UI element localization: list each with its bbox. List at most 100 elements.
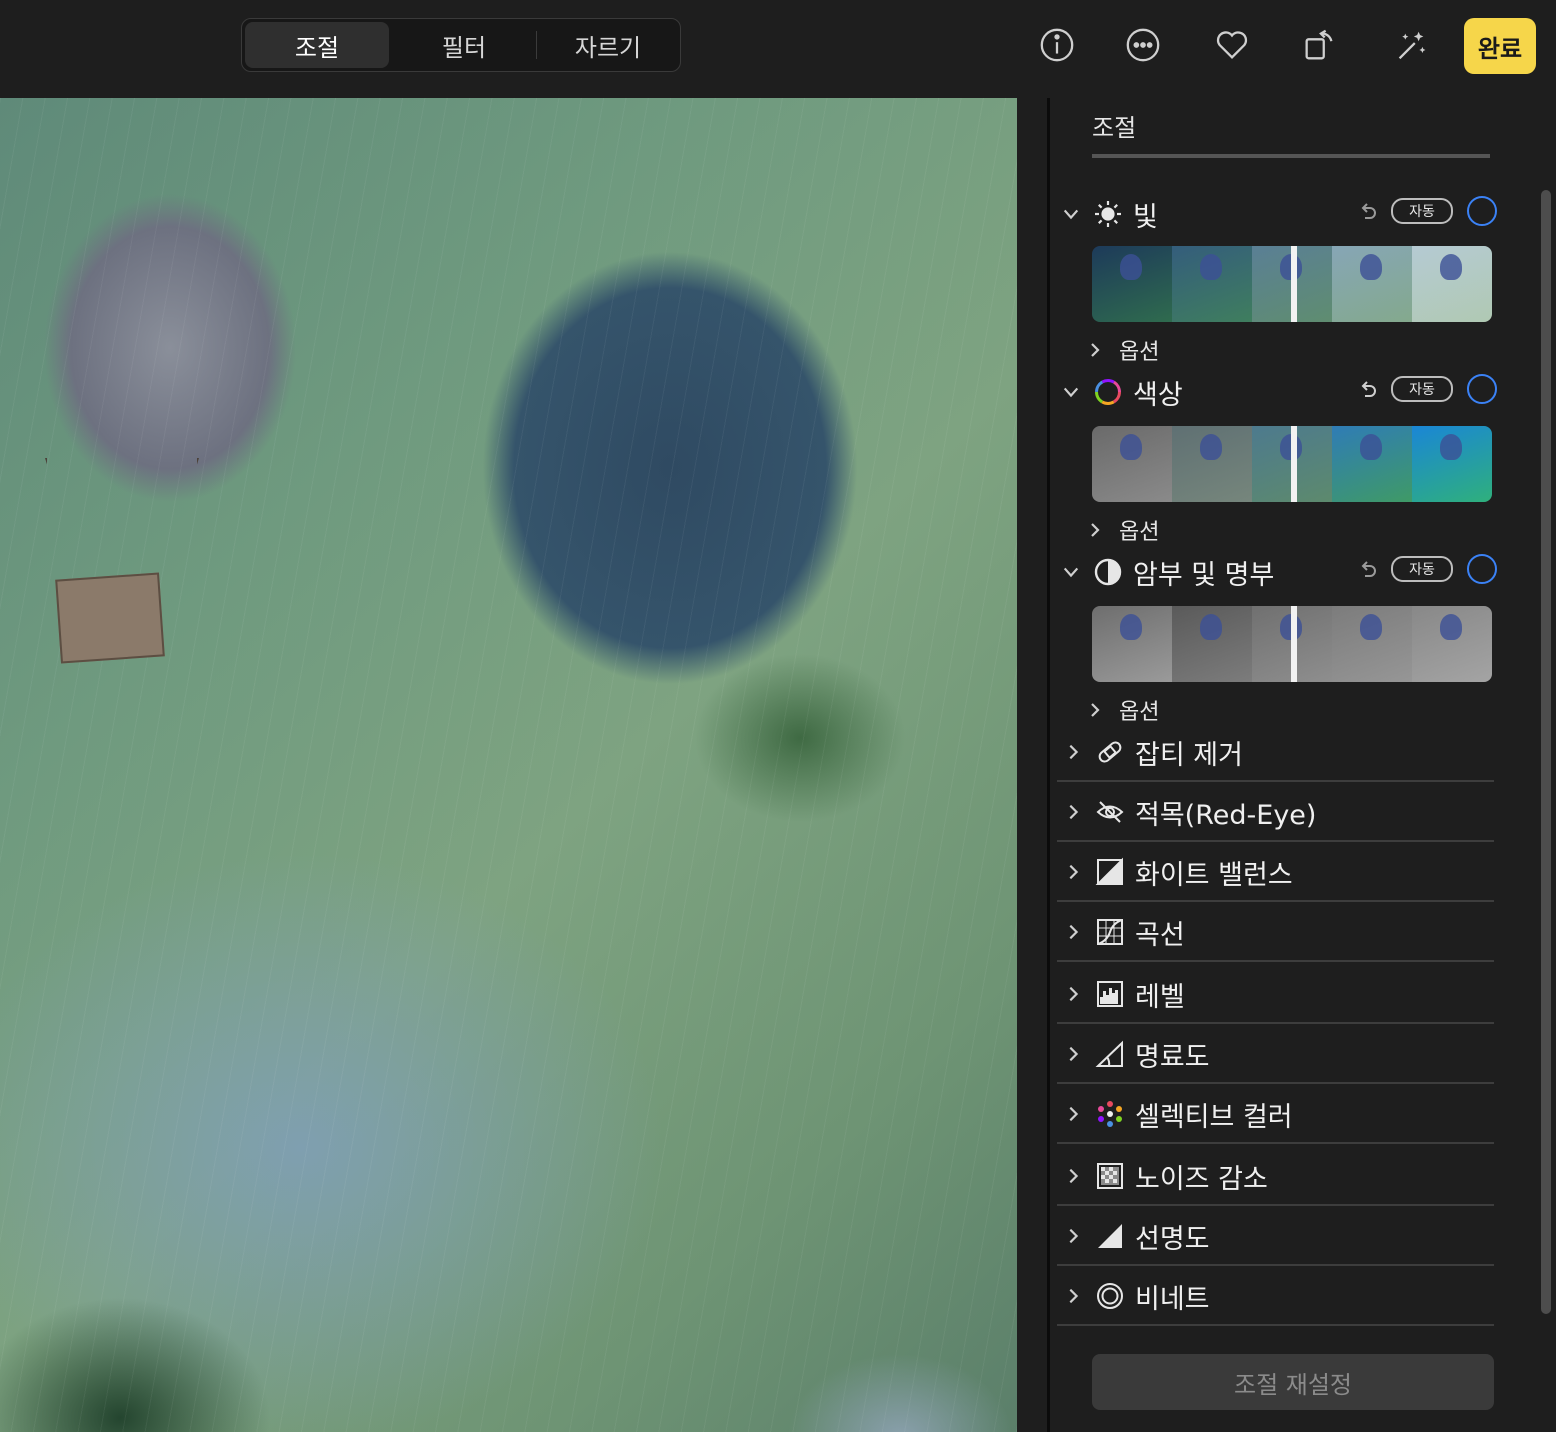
levels-icon xyxy=(1093,977,1127,1011)
chevron-down-icon[interactable] xyxy=(1057,558,1085,586)
section-shadows-label: 암부 및 명부 xyxy=(1133,559,1275,591)
strip-thumb xyxy=(1412,426,1492,502)
chevron-right-icon[interactable] xyxy=(1059,1100,1087,1128)
vignette-icon xyxy=(1093,1279,1127,1313)
tool-label: 명료도 xyxy=(1135,1041,1210,1073)
section-light-header: 빛 자동 xyxy=(1057,194,1497,234)
chevron-right-icon[interactable] xyxy=(1059,858,1087,886)
tool-levels[interactable]: 레벨 xyxy=(1057,966,1494,1024)
auto-button[interactable]: 자동 xyxy=(1391,376,1453,402)
tab-filters[interactable]: 필터 xyxy=(392,19,536,71)
chevron-right-icon xyxy=(1091,343,1100,357)
strip-thumb xyxy=(1332,606,1412,682)
tool-definition[interactable]: 명료도 xyxy=(1057,1026,1494,1084)
chevron-right-icon[interactable] xyxy=(1059,1040,1087,1068)
enable-toggle[interactable] xyxy=(1467,554,1497,584)
tool-retouch[interactable]: 잡티 제거 xyxy=(1057,724,1494,782)
reset-adjustments-button[interactable]: 조절 재설정 xyxy=(1092,1354,1494,1410)
light-slider-strip[interactable] xyxy=(1092,246,1492,322)
color-wheel-icon xyxy=(1091,375,1125,409)
tool-label: 비네트 xyxy=(1135,1283,1210,1315)
strip-thumb xyxy=(1172,246,1252,322)
chevron-right-icon[interactable] xyxy=(1059,980,1087,1008)
tool-noise-reduction[interactable]: 노이즈 감소 xyxy=(1057,1148,1494,1206)
strip-thumb xyxy=(1172,606,1252,682)
undo-icon[interactable] xyxy=(1353,554,1383,584)
light-options[interactable]: 옵션 xyxy=(1087,334,1159,366)
eye-slash-icon xyxy=(1093,795,1127,829)
strip-thumb xyxy=(1092,246,1172,322)
slider-knob[interactable] xyxy=(1291,606,1297,682)
tool-curves[interactable]: 곡선 xyxy=(1057,904,1494,962)
options-label: 옵션 xyxy=(1119,520,1160,545)
tool-label: 셀렉티브 컬러 xyxy=(1135,1101,1293,1133)
tool-vignette[interactable]: 비네트 xyxy=(1057,1268,1494,1326)
chevron-down-icon[interactable] xyxy=(1057,200,1085,228)
curves-icon xyxy=(1093,915,1127,949)
chevron-right-icon[interactable] xyxy=(1059,738,1087,766)
tool-red-eye[interactable]: 적목(Red-Eye) xyxy=(1057,784,1494,842)
adjust-panel: 조절 빛 자동 옵션 색상 자동 옵션 암부 및 명부 자동 옵션 잡티 제거 … xyxy=(1017,98,1556,1432)
white-balance-icon xyxy=(1093,855,1127,889)
enable-toggle[interactable] xyxy=(1467,196,1497,226)
tool-label: 곡선 xyxy=(1135,919,1185,951)
chevron-right-icon[interactable] xyxy=(1059,1162,1087,1190)
section-light-label: 빛 xyxy=(1133,201,1158,233)
panel-scrollbar[interactable] xyxy=(1541,190,1551,1314)
edit-mode-segmented-control: 조절 필터 자르기 xyxy=(241,18,681,72)
tool-label: 노이즈 감소 xyxy=(1135,1163,1268,1195)
color-slider-strip[interactable] xyxy=(1092,426,1492,502)
photo-rain-overlay xyxy=(0,98,1017,1432)
tool-label: 화이트 밸런스 xyxy=(1135,859,1293,891)
rotate-icon[interactable] xyxy=(1298,24,1340,66)
tool-label: 적목(Red-Eye) xyxy=(1135,799,1317,831)
tool-sharpen[interactable]: 선명도 xyxy=(1057,1208,1494,1266)
strip-thumb xyxy=(1092,606,1172,682)
chevron-right-icon[interactable] xyxy=(1059,1282,1087,1310)
done-button[interactable]: 완료 xyxy=(1464,18,1536,74)
tool-label: 레벨 xyxy=(1135,981,1185,1013)
chevron-right-icon xyxy=(1091,523,1100,537)
shadows-options[interactable]: 옵션 xyxy=(1087,694,1159,726)
half-circle-icon xyxy=(1091,555,1125,589)
chevron-right-icon[interactable] xyxy=(1059,798,1087,826)
panel-title: 조절 xyxy=(1092,114,1137,142)
bandage-icon xyxy=(1093,735,1127,769)
tool-selective-color[interactable]: 셀렉티브 컬러 xyxy=(1057,1086,1494,1144)
tab-crop[interactable]: 자르기 xyxy=(536,19,680,71)
selective-color-icon xyxy=(1093,1097,1127,1131)
section-color-header: 색상 자동 xyxy=(1057,372,1497,412)
strip-thumb xyxy=(1332,426,1412,502)
magic-wand-icon[interactable] xyxy=(1390,24,1432,66)
strip-thumb xyxy=(1412,246,1492,322)
enable-toggle[interactable] xyxy=(1467,374,1497,404)
strip-thumb xyxy=(1332,246,1412,322)
tool-label: 잡티 제거 xyxy=(1135,739,1243,771)
chevron-right-icon xyxy=(1091,703,1100,717)
slider-knob[interactable] xyxy=(1291,246,1297,322)
shadows-slider-strip[interactable] xyxy=(1092,606,1492,682)
undo-icon[interactable] xyxy=(1353,374,1383,404)
chevron-down-icon[interactable] xyxy=(1057,378,1085,406)
section-color-label: 색상 xyxy=(1133,379,1183,411)
strip-thumb xyxy=(1172,426,1252,502)
strip-thumb xyxy=(1092,426,1172,502)
toolbar: 조절 필터 자르기 완료 xyxy=(0,0,1556,98)
auto-button[interactable]: 자동 xyxy=(1391,556,1453,582)
info-icon[interactable] xyxy=(1036,24,1078,66)
auto-button[interactable]: 자동 xyxy=(1391,198,1453,224)
more-icon[interactable] xyxy=(1122,24,1164,66)
definition-icon xyxy=(1093,1037,1127,1071)
noise-icon xyxy=(1093,1159,1127,1193)
section-shadows-header: 암부 및 명부 자동 xyxy=(1057,552,1497,592)
tab-adjust[interactable]: 조절 xyxy=(245,22,389,68)
color-options[interactable]: 옵션 xyxy=(1087,514,1159,546)
heart-icon[interactable] xyxy=(1211,24,1253,66)
undo-icon[interactable] xyxy=(1353,196,1383,226)
tool-white-balance[interactable]: 화이트 밸런스 xyxy=(1057,844,1494,902)
chevron-right-icon[interactable] xyxy=(1059,1222,1087,1250)
chevron-right-icon[interactable] xyxy=(1059,918,1087,946)
photo-canvas[interactable] xyxy=(0,98,1017,1432)
balloon-basket xyxy=(55,572,165,664)
slider-knob[interactable] xyxy=(1291,426,1297,502)
